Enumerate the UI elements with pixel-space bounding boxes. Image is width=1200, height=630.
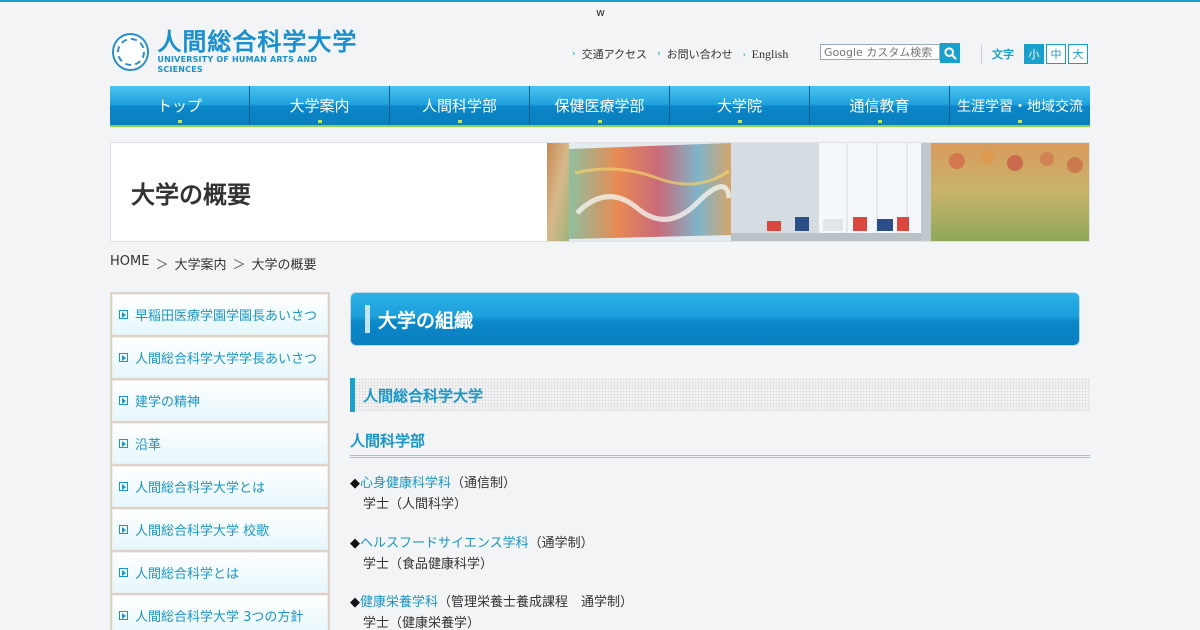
arrow-box-icon — [119, 611, 128, 620]
content-title: 大学の組織 — [350, 292, 1080, 346]
program-degree: 学士（食品健康科学） — [363, 557, 494, 572]
program-item: ◆心身健康科学科（通信制） 学士（人間科学） — [350, 473, 516, 515]
font-size-medium-button[interactable]: 中 — [1046, 44, 1066, 64]
banner-image-illustration — [547, 143, 1089, 241]
sidebar-item-school-song[interactable]: 人間総合科学大学 校歌 — [112, 509, 328, 550]
arrow-box-icon — [119, 353, 128, 362]
arrow-box-icon — [119, 482, 128, 491]
nav-item-top[interactable]: トップ — [110, 86, 250, 125]
arrow-box-icon — [119, 568, 128, 577]
contact-link[interactable]: › お問い合わせ — [657, 46, 733, 62]
nav-item-correspondence[interactable]: 通信教育 — [810, 86, 950, 125]
chevron-right-icon: › — [742, 49, 746, 59]
section-heading: 人間総合科学大学 — [350, 378, 1090, 412]
font-size-switcher: 文字 小 中 大 — [992, 44, 1090, 64]
breadcrumb-separator: ＞ — [155, 258, 169, 273]
top-mark: w — [596, 6, 605, 19]
breadcrumb: HOME ＞ 大学案内 ＞ 大学の概要 — [110, 254, 317, 273]
program-note: （管理栄養士養成課程 通学制） — [438, 595, 634, 610]
nav-item-graduate[interactable]: 大学院 — [670, 86, 810, 125]
search-input[interactable] — [820, 44, 940, 60]
sidebar-item-about-university[interactable]: 人間総合科学大学とは — [112, 466, 328, 507]
font-size-label: 文字 — [992, 48, 1014, 61]
font-size-large-button[interactable]: 大 — [1068, 44, 1088, 64]
diamond-icon: ◆ — [350, 476, 360, 491]
sidebar-item-founding-spirit[interactable]: 建学の精神 — [112, 380, 328, 421]
sidebar-item-history[interactable]: 沿革 — [112, 423, 328, 464]
breadcrumb-separator: ＞ — [232, 258, 246, 273]
program-link-health-nutrition[interactable]: 健康栄養学科 — [360, 595, 438, 610]
arrow-box-icon — [119, 310, 128, 319]
breadcrumb-about-link[interactable]: 大学案内 — [174, 254, 226, 273]
program-note: （通信制） — [451, 476, 517, 491]
nav-item-lifelong[interactable]: 生涯学習・地域交流 — [950, 86, 1090, 125]
page-banner: 大学の概要 — [110, 142, 1090, 242]
university-emblem-icon — [112, 33, 150, 71]
nav-item-human-science[interactable]: 人間科学部 — [390, 86, 530, 125]
breadcrumb-current: 大学の概要 — [251, 258, 317, 273]
banner-photo — [547, 143, 1089, 241]
logo-title-ja: 人間総合科学大学 — [157, 28, 358, 56]
program-item: ◆ヘルスフードサイエンス学科（通学制） 学士（食品健康科学） — [350, 533, 594, 575]
diamond-icon: ◆ — [350, 536, 360, 551]
global-nav: トップ 大学案内 人間科学部 保健医療学部 大学院 通信教育 生涯学習・地域交流 — [110, 86, 1090, 127]
program-link-health-food[interactable]: ヘルスフードサイエンス学科 — [360, 536, 529, 551]
program-degree: 学士（健康栄養学） — [363, 616, 481, 630]
arrow-box-icon — [119, 396, 128, 405]
header-divider — [981, 44, 982, 64]
university-logo[interactable]: 人間総合科学大学 UNIVERSITY OF HUMAN ARTS AND SC… — [112, 28, 362, 74]
diamond-icon: ◆ — [350, 595, 360, 610]
title-accent-bar — [365, 305, 370, 333]
sidebar-menu: 早稲田医療学園学園長あいさつ 人間総合科学大学学長あいさつ 建学の精神 沿革 人… — [110, 292, 330, 630]
content-title-text: 大学の組織 — [378, 309, 474, 332]
program-note: （通学制） — [528, 536, 594, 551]
sidebar-item-chairman-greeting[interactable]: 早稲田医療学園学園長あいさつ — [112, 294, 328, 335]
subsection-heading: 人間科学部 — [350, 428, 1090, 458]
site-search — [820, 43, 960, 63]
program-degree: 学士（人間科学） — [363, 497, 468, 512]
nav-item-health-medical[interactable]: 保健医療学部 — [530, 86, 670, 125]
sidebar-item-three-policies[interactable]: 人間総合科学大学 3つの方針 — [112, 595, 328, 630]
top-accent-line — [0, 0, 1200, 2]
logo-title-en: UNIVERSITY OF HUMAN ARTS AND SCIENCES — [157, 55, 318, 74]
sidebar-item-president-greeting[interactable]: 人間総合科学大学学長あいさつ — [112, 337, 328, 378]
english-link[interactable]: › English — [743, 46, 789, 62]
access-link[interactable]: › 交通アクセス — [572, 46, 647, 62]
utility-links: › 交通アクセス › お問い合わせ › English — [572, 46, 798, 62]
sidebar-item-human-science[interactable]: 人間総合科学とは — [112, 552, 328, 593]
chevron-right-icon: › — [657, 49, 661, 59]
search-button[interactable] — [940, 43, 960, 63]
chevron-right-icon: › — [572, 49, 576, 59]
breadcrumb-home-link[interactable]: HOME — [110, 254, 149, 273]
arrow-box-icon — [119, 439, 128, 448]
font-size-small-button[interactable]: 小 — [1024, 44, 1044, 64]
program-link-psychosomatic[interactable]: 心身健康科学科 — [360, 476, 451, 491]
arrow-box-icon — [119, 525, 128, 534]
search-icon — [943, 46, 957, 60]
nav-item-about[interactable]: 大学案内 — [250, 86, 390, 125]
page-title: 大学の概要 — [131, 180, 251, 209]
program-item: ◆健康栄養学科（管理栄養士養成課程 通学制） 学士（健康栄養学） — [350, 592, 633, 630]
